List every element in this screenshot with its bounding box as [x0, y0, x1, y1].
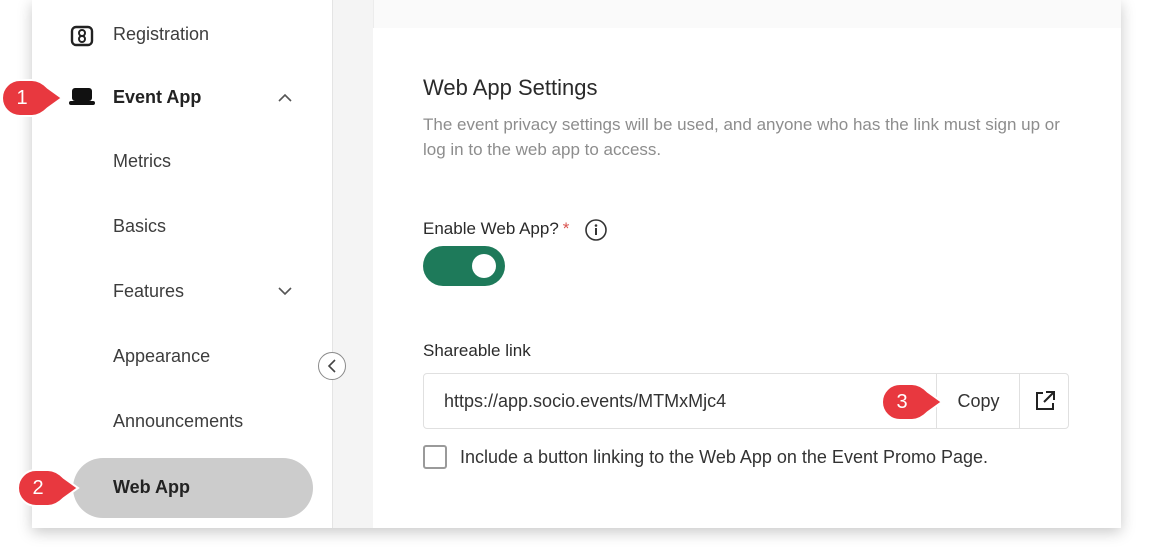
sidebar-item-label: Event App [113, 86, 202, 107]
sidebar-item-label: Web App [113, 477, 190, 497]
app-frame: Registration Event App Metrics Basics Fe… [32, 0, 1121, 528]
toggle-knob [472, 254, 496, 278]
enable-web-app-text: Enable Web App? [423, 219, 559, 238]
shareable-link-label: Shareable link [423, 341, 531, 360]
sidebar-item-registration[interactable]: Registration [32, 2, 332, 62]
chevron-up-icon[interactable] [274, 86, 296, 108]
sidebar-item-metrics[interactable]: Metrics [32, 131, 332, 191]
sidebar-item-basics[interactable]: Basics [32, 196, 332, 256]
sidebar-item-features[interactable]: Features [32, 261, 332, 321]
open-link-button[interactable] [1019, 374, 1070, 428]
callout-marker-3: 3 [880, 382, 944, 422]
sidebar-item-label: Announcements [113, 410, 244, 431]
page-title: Web App Settings [423, 75, 598, 100]
laptop-icon [68, 83, 96, 111]
promo-page-checkbox[interactable] [423, 445, 447, 469]
callout-number: 1 [16, 87, 28, 109]
sidebar-item-label: Basics [113, 215, 167, 236]
info-icon[interactable] [584, 218, 608, 242]
chevron-down-icon[interactable] [274, 280, 296, 302]
sidebar-item-label: Appearance [113, 345, 211, 366]
main-panel: Web App Settings The event privacy setti… [373, 28, 1121, 528]
promo-page-checkbox-label[interactable]: Include a button linking to the Web App … [460, 447, 988, 468]
callout-marker-2: 2 [16, 468, 80, 508]
page-description: The event privacy settings will be used,… [423, 115, 1060, 159]
shareable-link-value[interactable]: https://app.socio.events/MTMxMjc4 [444, 391, 726, 412]
sidebar-item-label: Features [113, 280, 185, 301]
sidebar-item-event-app[interactable]: Event App [32, 67, 332, 127]
enable-web-app-toggle[interactable] [423, 246, 505, 286]
sidebar-item-label: Registration [113, 24, 210, 44]
collapse-sidebar-button[interactable] [318, 352, 346, 380]
sidebar-item-appearance[interactable]: Appearance [32, 326, 332, 386]
enable-web-app-label: Enable Web App? * [423, 219, 569, 239]
sidebar: Registration Event App Metrics Basics Fe… [32, 0, 333, 528]
shareable-link-field[interactable]: https://app.socio.events/MTMxMjc4 Copy [423, 373, 1069, 429]
required-mark: * [562, 219, 570, 238]
sidebar-item-label: Metrics [113, 150, 171, 171]
sidebar-item-announcements[interactable]: Announcements [32, 391, 332, 451]
registration-icon [68, 22, 96, 50]
chevron-left-icon [327, 359, 337, 373]
callout-marker-1: 1 [0, 78, 64, 118]
callout-number: 3 [896, 391, 908, 413]
sidebar-gutter [333, 0, 374, 528]
copy-link-button[interactable]: Copy [936, 374, 1020, 428]
external-link-icon [1034, 390, 1056, 412]
sidebar-item-web-app[interactable]: Web App [73, 458, 313, 518]
callout-number: 2 [32, 477, 44, 499]
